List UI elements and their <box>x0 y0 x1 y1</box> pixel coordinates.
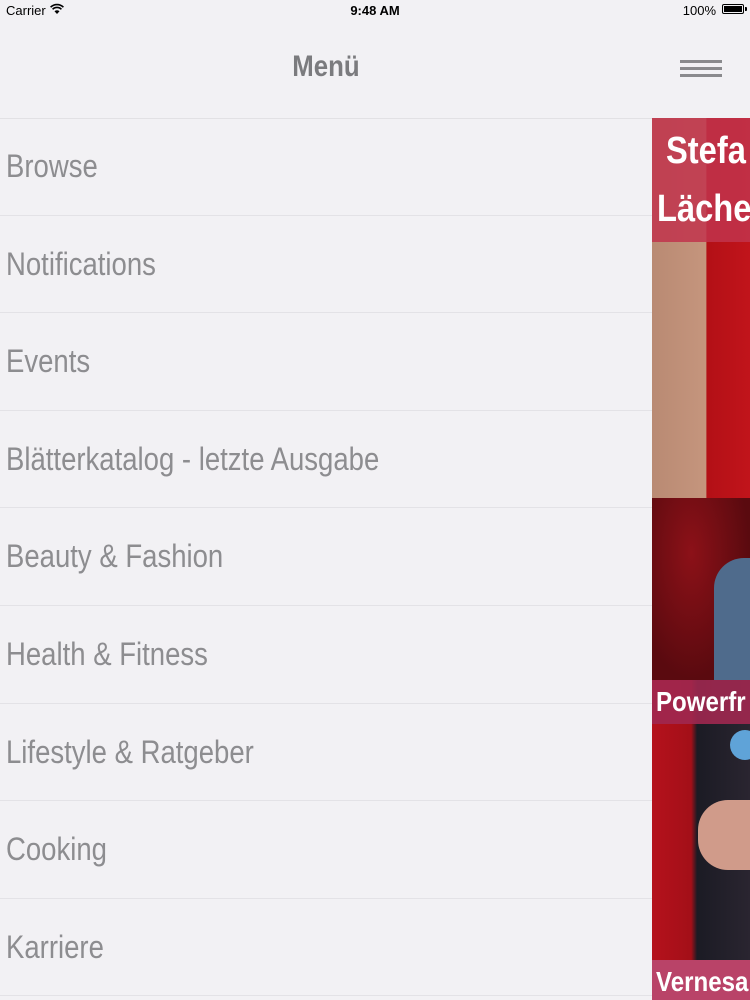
menu-item-label: Browse <box>6 148 98 184</box>
article-card[interactable]: Powerfr <box>652 680 750 960</box>
menu-item-label: Lifestyle & Ratgeber <box>6 733 254 770</box>
article-caption: Powerfr <box>652 680 750 724</box>
battery-icon <box>722 4 747 14</box>
article-title: Powerfr <box>656 686 746 717</box>
clock: 9:48 AM <box>350 3 400 18</box>
menu-item-cooking[interactable]: Cooking <box>0 801 652 899</box>
article-caption: Stefa Läche <box>652 118 750 242</box>
menu-item-label: Blätterkatalog - letzte Ausgabe <box>6 440 380 477</box>
battery-percentage: 100% <box>682 3 716 18</box>
menu-item-label: Health & Fitness <box>6 635 208 672</box>
status-bar: Carrier 9:48 AM 100% <box>0 0 750 22</box>
menu-item-label: Cooking <box>6 831 107 868</box>
menu-item-health-fitness[interactable]: Health & Fitness <box>0 606 652 704</box>
menu-item-label: Events <box>6 343 91 380</box>
navigation-bar: Menü <box>0 22 750 119</box>
article-title: Vernesa <box>656 966 749 997</box>
menu-item-label: Beauty & Fashion <box>6 538 224 575</box>
hamburger-icon[interactable] <box>676 60 724 82</box>
menu-item-beauty-fashion[interactable]: Beauty & Fashion <box>0 508 652 606</box>
article-title-line: Läche <box>657 188 750 230</box>
article-card[interactable]: Vernesa <box>652 960 750 1000</box>
menu-item-label: Notifications <box>6 245 156 282</box>
menu-item-blaetterkatalog[interactable]: Blätterkatalog - letzte Ausgabe <box>0 411 652 509</box>
article-caption: Vernesa <box>652 960 750 1000</box>
menu-item-events[interactable]: Events <box>0 313 652 411</box>
menu-item-lifestyle-ratgeber[interactable]: Lifestyle & Ratgeber <box>0 704 652 802</box>
menu-item-label: Karriere <box>6 928 104 965</box>
page-title: Menü <box>292 50 360 83</box>
side-menu: Browse Notifications Events Blätterkatal… <box>0 118 652 1000</box>
menu-item-notifications[interactable]: Notifications <box>0 216 652 314</box>
article-title-line: Stefa <box>666 130 746 172</box>
menu-item-browse[interactable]: Browse <box>0 118 652 216</box>
content-panel[interactable]: Stefa Läche Powerfr Vernesa <box>652 118 750 1000</box>
article-card[interactable]: Stefa Läche <box>652 118 750 680</box>
menu-item-karriere[interactable]: Karriere <box>0 899 652 997</box>
